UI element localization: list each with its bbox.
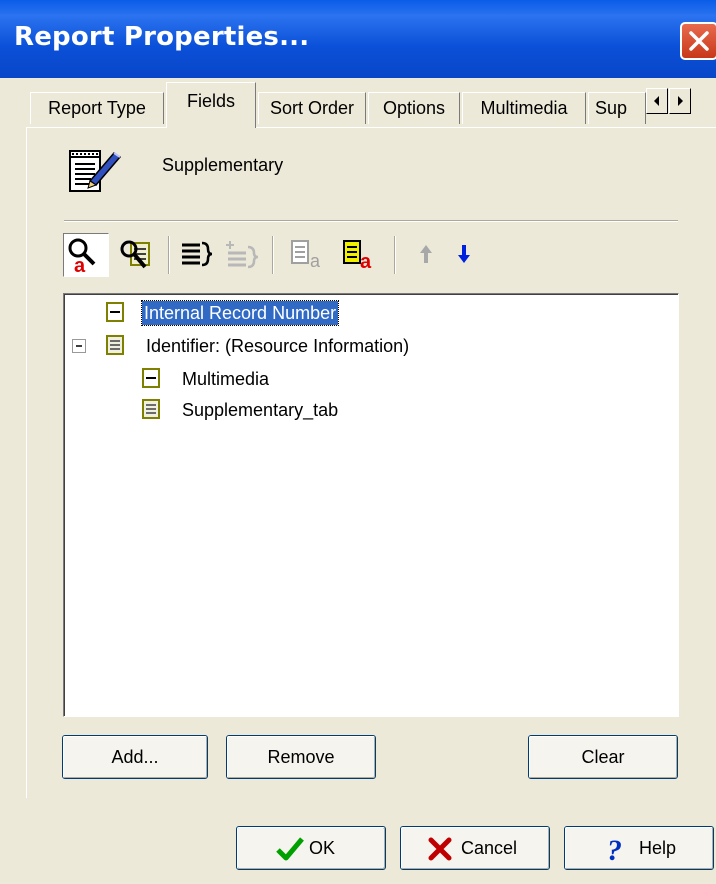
svg-text:?: ? [607, 834, 622, 864]
svg-text:a: a [74, 255, 86, 276]
table-field-icon [142, 399, 160, 419]
document-pencil-icon [68, 147, 122, 203]
table-field-icon [106, 335, 124, 355]
find-field-icon: a [68, 238, 96, 277]
move-down-icon [458, 245, 470, 263]
clear-button[interactable]: Clear [528, 735, 678, 779]
add-button-label: Add... [111, 747, 159, 767]
move-up-icon [420, 245, 432, 263]
tree-item-label: Multimedia [182, 369, 270, 389]
minus-icon [76, 345, 82, 347]
arrow-left-icon [654, 96, 659, 106]
close-icon [689, 31, 709, 51]
tab-report-type[interactable]: Report Type [30, 92, 164, 124]
toolbar-separator [394, 236, 396, 274]
tab-multimedia[interactable]: Multimedia [462, 92, 586, 124]
remove-button[interactable]: Remove [226, 735, 376, 779]
add-field-icon: a [291, 240, 321, 271]
toolbar-separator [168, 236, 170, 274]
svg-text:a: a [310, 251, 321, 271]
add-field-disabled-button[interactable]: a [284, 233, 330, 277]
add-field-red-icon: a [343, 240, 372, 273]
expand-text-icon [182, 241, 213, 267]
header-divider [64, 220, 678, 222]
checkmark-icon [276, 837, 304, 861]
title-bar[interactable]: Report Properties... [0, 0, 716, 78]
close-button[interactable] [680, 22, 716, 60]
tab-sort-order[interactable]: Sort Order [258, 92, 366, 124]
find-in-field-icon [120, 240, 150, 269]
collapse-text-icon [226, 241, 259, 269]
add-button[interactable]: Add... [62, 735, 208, 779]
help-question-icon: ? [607, 834, 622, 864]
cancel-button[interactable]: Cancel [400, 826, 550, 870]
tab-strip: Report Type Fields Sort Order Options Mu… [26, 82, 716, 128]
window-title: Report Properties... [14, 22, 310, 52]
tree-item-label: Internal Record Number [140, 300, 340, 326]
tab-scroll-left-button[interactable] [646, 88, 668, 114]
ok-button-label: OK [309, 838, 336, 858]
tab-scroll-right-button[interactable] [669, 88, 691, 114]
find-field-button[interactable]: a [63, 233, 109, 277]
tree-item-label: Identifier: (Resource Information) [146, 336, 410, 356]
cancel-button-label: Cancel [461, 838, 518, 858]
tab-options[interactable]: Options [368, 92, 460, 124]
tab-fields[interactable]: Fields [166, 82, 256, 128]
collapse-text-button[interactable] [222, 233, 262, 277]
move-up-button[interactable] [410, 233, 444, 277]
tab-supplementary[interactable]: Sup [588, 92, 646, 124]
svg-text:a: a [360, 251, 372, 273]
tree-item-label: Supplementary_tab [182, 400, 339, 420]
single-field-icon [106, 302, 124, 322]
toolbar-separator [272, 236, 274, 274]
report-type-label: Supplementary [162, 155, 284, 175]
help-button-label: Help [639, 838, 677, 858]
ok-button[interactable]: OK [236, 826, 386, 870]
tree-expander[interactable] [72, 339, 86, 353]
move-down-button[interactable] [448, 233, 482, 277]
arrow-right-icon [678, 96, 683, 106]
find-in-field-button[interactable] [115, 233, 161, 277]
clear-button-label: Clear [581, 747, 625, 767]
cancel-x-icon [428, 837, 452, 861]
help-button[interactable]: ? Help [564, 826, 714, 870]
expand-text-button[interactable] [176, 233, 216, 277]
add-field-button[interactable]: a [336, 233, 382, 277]
remove-button-label: Remove [267, 747, 335, 767]
single-field-icon [142, 368, 160, 388]
